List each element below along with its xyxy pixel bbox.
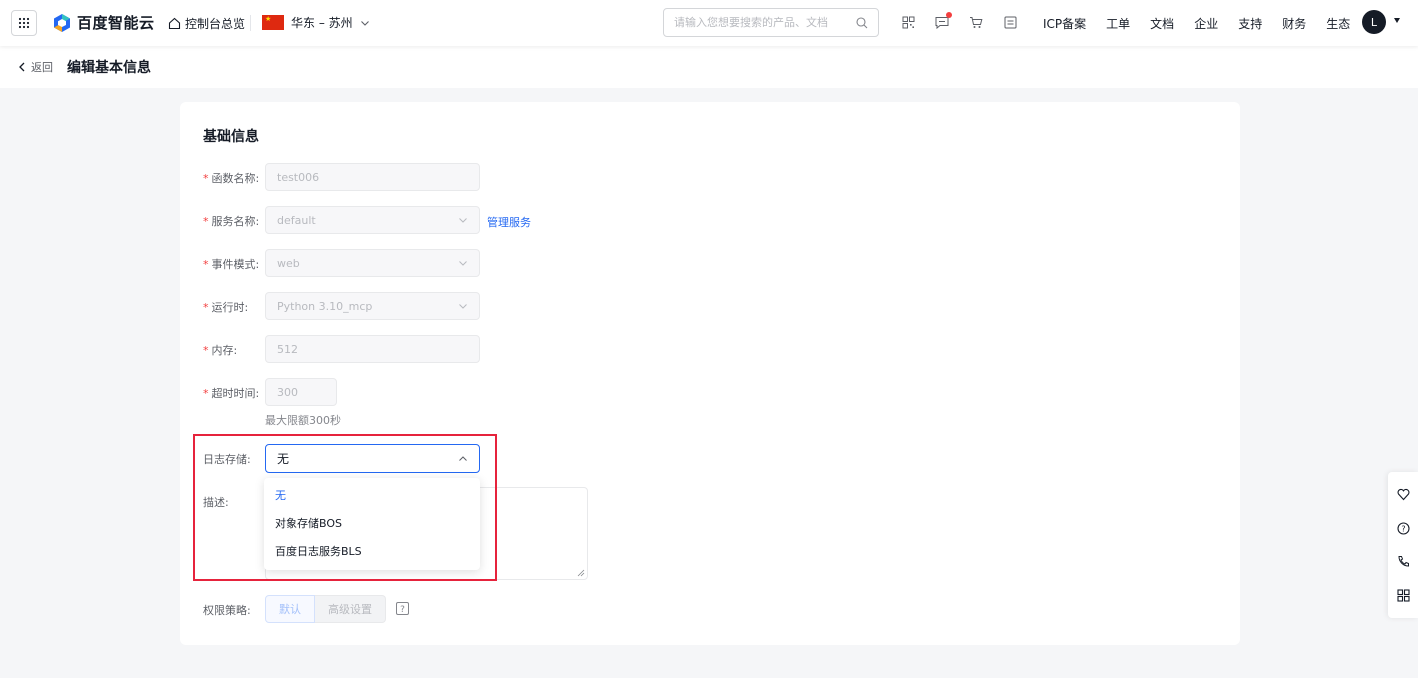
option-bos[interactable]: 对象存储BOS [264, 510, 480, 538]
grid-apps-icon[interactable] [1396, 589, 1410, 602]
chevron-up-icon [459, 455, 467, 461]
event-mode-value: web [277, 256, 300, 270]
brand-logo[interactable]: 百度智能云 [52, 12, 155, 33]
console-overview-label: 控制台总览 [185, 17, 246, 31]
timeout-label: * 超时时间: [203, 387, 260, 400]
floating-toolbar: ? [1388, 472, 1418, 618]
runtime-select: Python 3.10_mcp [265, 292, 480, 320]
timeout-value: 300 [277, 385, 298, 399]
home-icon [168, 17, 181, 30]
section-title: 基础信息 [203, 129, 259, 145]
global-search[interactable] [663, 8, 879, 37]
top-icon-group [900, 12, 1018, 30]
permission-label: 权限策略: [203, 604, 251, 617]
region-selector[interactable]: 华东 – 苏州 [262, 14, 370, 31]
option-bls[interactable]: 百度日志服务BLS [264, 538, 480, 566]
caret-down-icon[interactable] [1394, 18, 1400, 23]
resize-grip-icon[interactable] [577, 569, 585, 577]
nav-link-finance[interactable]: 财务 [1282, 15, 1306, 32]
chevron-left-icon [19, 62, 25, 72]
notification-dot [946, 12, 952, 18]
timeout-hint: 最大限额300秒 [265, 414, 341, 427]
china-flag-icon [262, 15, 284, 30]
runtime-label: * 运行时: [203, 301, 249, 314]
log-storage-label: 日志存储: [203, 453, 251, 466]
function-name-field: test006 [265, 163, 480, 191]
required-mark: * [203, 215, 209, 228]
log-storage-dropdown: 无 对象存储BOS 百度日志服务BLS [264, 478, 480, 570]
event-mode-label: * 事件模式: [203, 258, 260, 271]
phone-icon[interactable] [1397, 555, 1410, 568]
svg-text:?: ? [400, 605, 405, 615]
permission-default-button[interactable]: 默认 [265, 595, 315, 623]
memory-label: * 内存: [203, 344, 238, 357]
log-storage-value: 无 [277, 452, 290, 466]
help-circle-icon[interactable]: ? [1396, 522, 1410, 535]
cart-icon[interactable] [968, 14, 984, 30]
cloud-logo-icon [54, 13, 70, 32]
service-name-label: * 服务名称: [203, 215, 260, 228]
svg-text:?: ? [1401, 524, 1405, 533]
user-avatar[interactable]: L [1362, 10, 1386, 34]
nav-divider [250, 15, 251, 31]
brand-name: 百度智能云 [77, 14, 155, 32]
chevron-down-icon [360, 20, 369, 26]
back-button[interactable]: 返回 [18, 59, 53, 75]
nav-link-icp[interactable]: ICP备案 [1043, 15, 1086, 32]
chevron-down-icon [459, 304, 467, 309]
nav-link-ticket[interactable]: 工单 [1106, 15, 1130, 32]
service-name-select: default [265, 206, 480, 234]
search-icon[interactable] [856, 16, 868, 29]
memory-field: 512 [265, 335, 480, 363]
required-mark: * [203, 344, 209, 357]
nav-link-enterprise[interactable]: 企业 [1194, 15, 1218, 32]
qrcode-icon[interactable] [900, 14, 916, 30]
function-name-value: test006 [277, 170, 320, 184]
event-mode-select: web [265, 249, 480, 277]
console-overview-link[interactable]: 控制台总览 [168, 15, 245, 32]
required-mark: * [203, 172, 209, 185]
nav-link-docs[interactable]: 文档 [1150, 15, 1174, 32]
nav-link-ecosystem[interactable]: 生态 [1326, 15, 1350, 32]
grid-icon [18, 17, 30, 29]
chevron-down-icon [459, 218, 467, 223]
top-links: ICP备案 工单 文档 企业 支持 财务 生态 [1043, 15, 1350, 32]
page-header: 返回 编辑基本信息 [0, 46, 1418, 88]
runtime-value: Python 3.10_mcp [277, 299, 373, 313]
basic-info-card: 基础信息 * 函数名称: test006 * 服务名称: default 管理服务 … [180, 102, 1240, 645]
option-none[interactable]: 无 [264, 482, 480, 510]
chevron-down-icon [459, 261, 467, 266]
nav-link-support[interactable]: 支持 [1238, 15, 1262, 32]
log-storage-select[interactable]: 无 [265, 444, 480, 473]
required-mark: * [203, 387, 209, 400]
global-search-input[interactable] [674, 16, 844, 29]
apps-grid-button[interactable] [11, 10, 37, 36]
timeout-field: 300 [265, 378, 337, 406]
required-mark: * [203, 301, 209, 314]
billing-icon[interactable] [1002, 14, 1018, 30]
top-navbar: 百度智能云 控制台总览 华东 – 苏州 ICP备案 工单 文档 企业 支持 [0, 0, 1418, 46]
permission-advanced-button[interactable]: 高级设置 [315, 595, 386, 623]
required-mark: * [203, 258, 209, 271]
function-name-label: * 函数名称: [203, 172, 260, 185]
page-title: 编辑基本信息 [67, 60, 151, 76]
favorite-icon[interactable] [1397, 488, 1410, 501]
description-label: 描述: [203, 496, 229, 509]
service-name-value: default [277, 213, 316, 227]
memory-value: 512 [277, 342, 298, 356]
region-label: 华东 – 苏州 [291, 16, 353, 30]
permission-segmented: 默认 高级设置 [265, 595, 386, 623]
message-icon[interactable] [934, 12, 952, 30]
help-icon[interactable]: ? [396, 602, 409, 615]
back-label: 返回 [31, 61, 53, 74]
manage-service-link[interactable]: 管理服务 [487, 214, 531, 230]
